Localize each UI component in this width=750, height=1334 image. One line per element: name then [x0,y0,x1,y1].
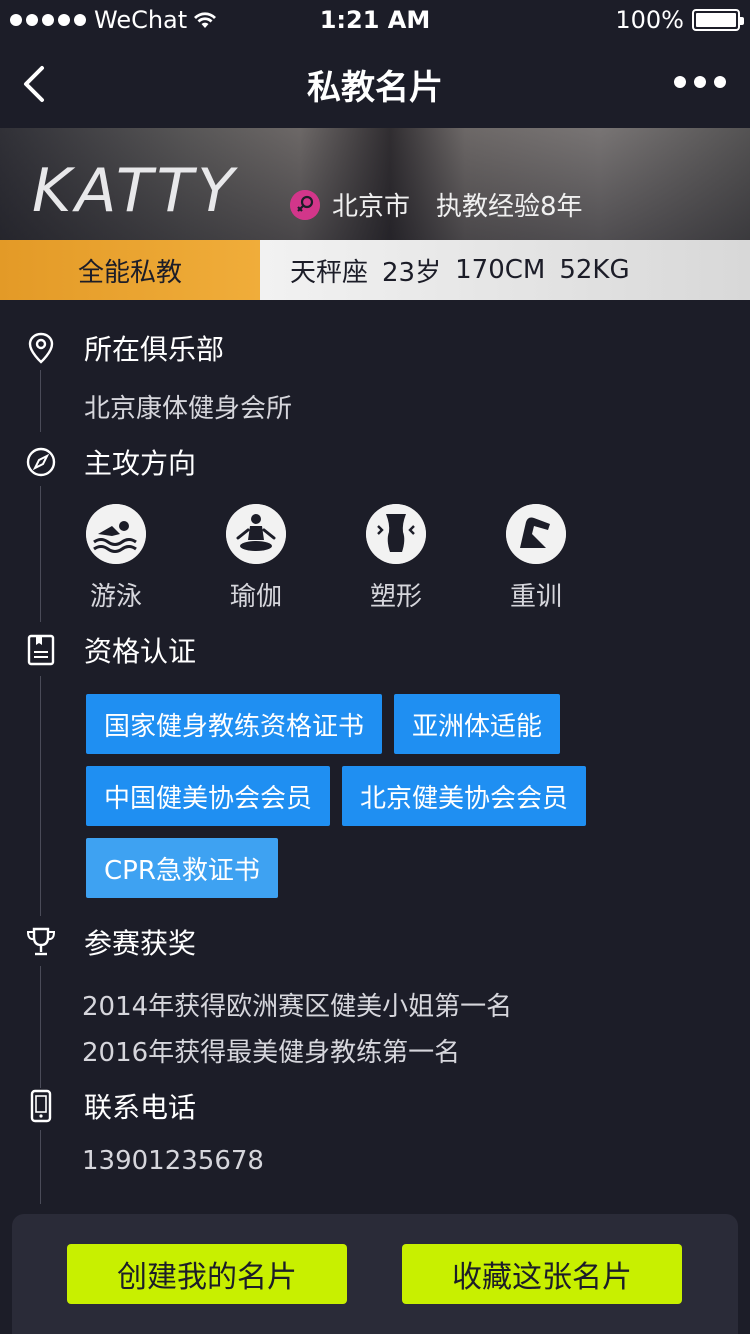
create-card-button[interactable]: 创建我的名片 [67,1244,347,1304]
save-card-button[interactable]: 收藏这张名片 [402,1244,682,1304]
trophy-icon [26,927,56,956]
divider [40,676,41,916]
phone-number[interactable]: 13901235678 [82,1146,264,1176]
certification-tag[interactable]: 北京健美协会会员 [342,766,587,826]
battery-indicator: 100% [615,6,744,34]
phone-title: 联系电话 [84,1091,197,1124]
trainer-zodiac: 天秤座 [290,257,369,288]
weight-training-icon [506,504,566,564]
trainer-experience: 执教经验8年 [436,192,583,222]
divider [40,1130,41,1204]
body-shaping-icon [366,504,426,564]
certification-tag[interactable]: 中国健美协会会员 [86,766,331,826]
profile-tag-bar: 全能私教 天秤座 23岁 170CM 52KG [0,240,750,300]
battery-icon [692,9,744,31]
location-pin-icon [28,332,54,364]
yoga-icon [226,504,286,564]
skill-item-yoga[interactable]: 瑜伽 [226,504,286,613]
skill-label: 塑形 [369,582,422,612]
skill-list: 游泳 瑜伽 塑形 重训 [86,504,566,613]
page-title: 私教名片 [307,68,443,108]
club-title: 所在俱乐部 [84,333,225,366]
skill-item-shaping[interactable]: 塑形 [366,504,426,613]
certification-list: 国家健身教练资格证书 亚洲体适能 中国健美协会会员 北京健美协会会员 CPR急救… [86,694,706,898]
certification-tag[interactable]: CPR急救证书 [86,838,278,898]
trainer-city: 北京市 [332,192,411,222]
trainer-height: 170CM [455,255,546,285]
more-options-icon[interactable] [674,76,726,88]
action-footer: 创建我的名片 收藏这张名片 [12,1214,738,1334]
divider [40,966,41,1088]
trainer-stats: 天秤座 23岁 170CM 52KG [260,240,750,300]
focus-title: 主攻方向 [84,447,197,480]
trainer-weight: 52KG [559,255,630,285]
certification-tag[interactable]: 国家健身教练资格证书 [86,694,383,754]
certifications-title: 资格认证 [84,635,197,668]
skill-label: 重训 [509,582,562,612]
profile-header: KATTY 北京市 执教经验8年 [0,128,750,240]
skill-item-swimming[interactable]: 游泳 [86,504,146,613]
skill-item-weights[interactable]: 重训 [506,504,566,613]
trainer-name: KATTY [32,156,238,226]
nav-bar: 私教名片 [0,40,750,128]
divider [40,486,41,622]
battery-percent: 100% [615,6,684,34]
trainer-meta: 北京市 执教经验8年 [290,186,583,223]
skill-label: 游泳 [89,582,142,612]
award-item: 2016年获得最美健身教练第一名 [82,1038,461,1068]
compass-icon [26,447,56,477]
award-item: 2014年获得欧洲赛区健美小姐第一名 [82,992,513,1022]
trainer-age: 23岁 [382,257,442,288]
mobile-phone-icon [30,1089,52,1123]
skill-label: 瑜伽 [229,582,282,612]
divider [40,370,41,432]
club-name: 北京康体健身会所 [84,394,293,424]
swimming-icon [86,504,146,564]
certification-tag[interactable]: 亚洲体适能 [394,694,561,754]
female-gender-icon [290,189,320,220]
status-bar: WeChat 1:21 AM 100% [0,0,750,40]
trainer-level-badge: 全能私教 [0,240,260,300]
awards-title: 参赛获奖 [84,927,197,960]
certificate-icon [27,634,55,666]
